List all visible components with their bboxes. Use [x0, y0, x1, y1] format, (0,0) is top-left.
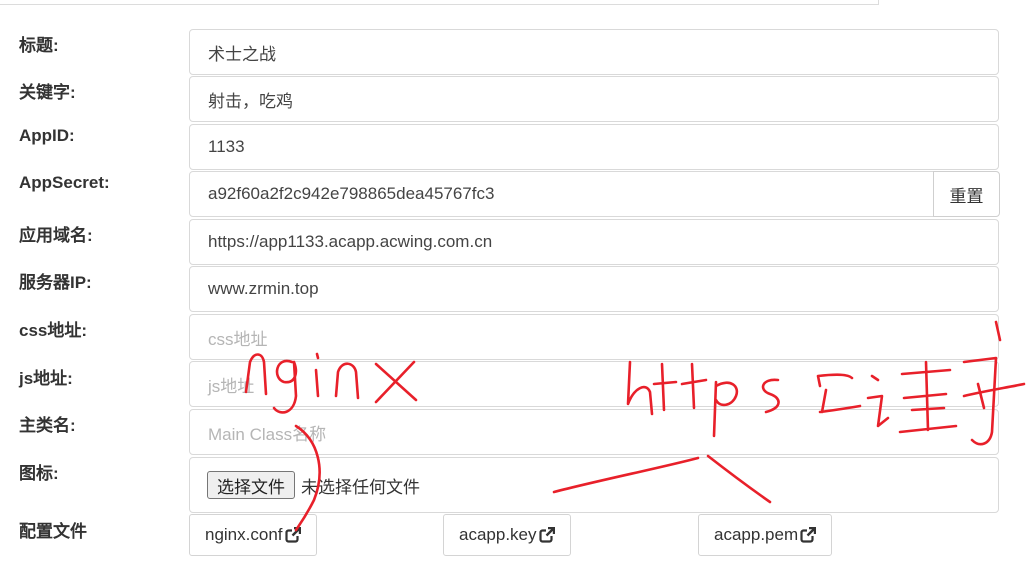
css-url-input[interactable]: css地址 — [189, 314, 999, 360]
js-url-label: js地址: — [19, 369, 73, 388]
main-class-label: 主类名: — [19, 416, 76, 435]
config-files-label: 配置文件 — [19, 522, 87, 541]
top-panel-border — [0, 0, 879, 5]
appsecret-label: AppSecret: — [19, 173, 110, 192]
external-link-icon — [284, 527, 301, 543]
acapp-key-label: acapp.key — [459, 525, 537, 544]
title-label: 标题: — [19, 36, 59, 55]
js-url-input[interactable]: js地址 — [189, 361, 999, 407]
keywords-label: 关键字: — [19, 83, 76, 102]
nginx-conf-button[interactable]: nginx.conf — [189, 514, 317, 556]
icon-file-field: 选择文件 未选择任何文件 — [189, 457, 999, 513]
icon-label: 图标: — [19, 464, 59, 483]
server-ip-label: 服务器IP: — [19, 273, 92, 292]
nginx-conf-label: nginx.conf — [205, 525, 283, 544]
css-url-label: css地址: — [19, 321, 88, 340]
title-input[interactable]: 术士之战 — [189, 29, 999, 75]
domain-label: 应用域名: — [19, 226, 93, 245]
appsecret-input[interactable]: a92f60a2f2c942e798865dea45767fc3 — [189, 171, 934, 217]
file-status-text: 未选择任何文件 — [301, 477, 420, 497]
reset-secret-button[interactable]: 重置 — [933, 171, 1000, 217]
server-ip-input[interactable]: www.zrmin.top — [189, 266, 999, 312]
appid-input[interactable]: 1133 — [189, 124, 999, 170]
keywords-input[interactable]: 射击，吃鸡 — [189, 76, 999, 122]
appid-label: AppID: — [19, 126, 75, 145]
external-link-icon — [538, 527, 555, 543]
acapp-pem-label: acapp.pem — [714, 525, 799, 544]
domain-input[interactable]: https://app1133.acapp.acwing.com.cn — [189, 219, 999, 265]
main-class-input[interactable]: Main Class名称 — [189, 409, 999, 455]
acapp-pem-button[interactable]: acapp.pem — [698, 514, 833, 556]
external-link-icon — [800, 527, 817, 543]
acapp-key-button[interactable]: acapp.key — [443, 514, 571, 556]
choose-file-button[interactable]: 选择文件 — [207, 471, 295, 499]
